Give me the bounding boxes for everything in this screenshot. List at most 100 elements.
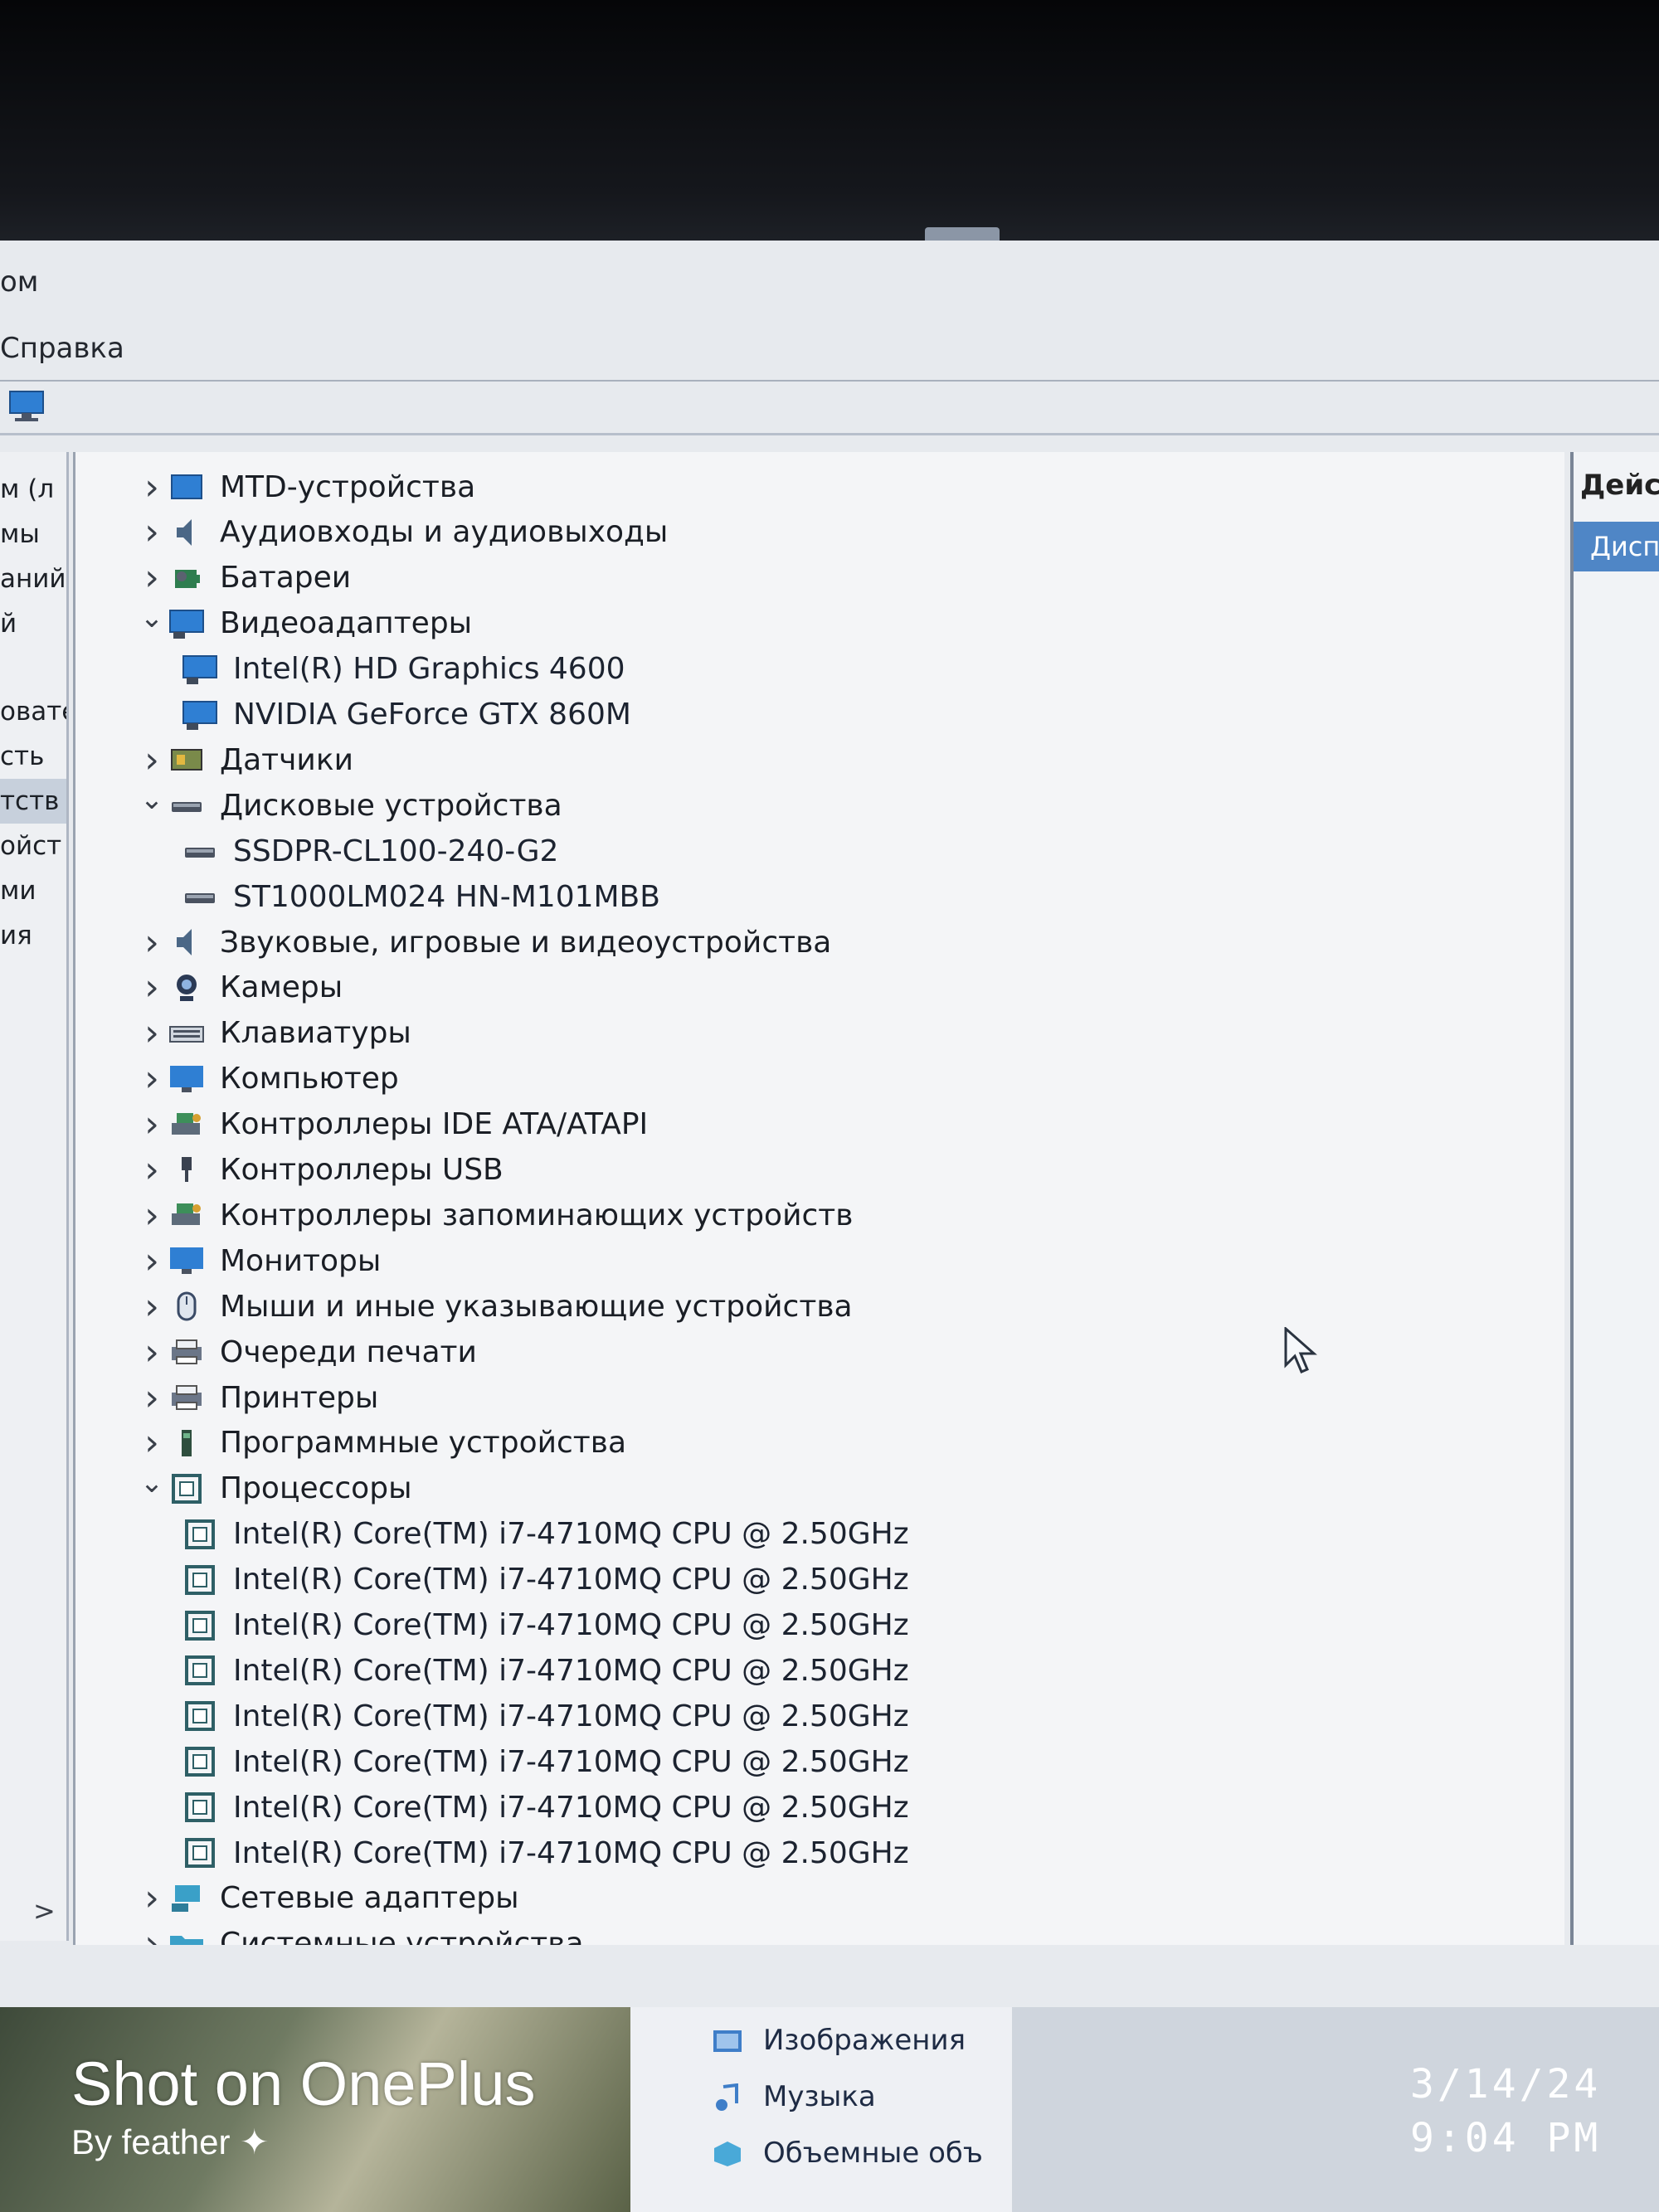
- folder-icon: [168, 1928, 205, 1945]
- tree-category-row[interactable]: › Программные устройства: [135, 1422, 626, 1465]
- tree-row-label: Intel(R) Core(TM) i7-4710MQ CPU @ 2.50GH…: [233, 1790, 909, 1825]
- scroll-right-arrow[interactable]: >: [33, 1895, 56, 1927]
- chevron-right-icon[interactable]: ›: [135, 1194, 168, 1237]
- tree-device-row[interactable]: NVIDIA GeForce GTX 860M: [182, 693, 631, 737]
- tree-category-row[interactable]: › Звуковые, игровые и видеоустройства: [135, 921, 831, 964]
- tree-row-label: SSDPR-CL100-240-G2: [233, 834, 559, 868]
- tree-category-row[interactable]: › Контроллеры IDE ATA/ATAPI: [135, 1103, 648, 1146]
- chevron-right-icon[interactable]: ›: [135, 739, 168, 781]
- chevron-down-icon[interactable]: ⌄: [135, 1466, 168, 1500]
- processor-icon: [182, 1518, 218, 1551]
- chevron-right-icon[interactable]: ›: [135, 1377, 168, 1419]
- tree-row-label: Системные устройства: [220, 1927, 584, 1945]
- tree-row-label: Компьютер: [220, 1062, 399, 1096]
- console-tree-item[interactable]: мы: [0, 512, 66, 557]
- console-tree-item[interactable]: ия: [0, 913, 66, 958]
- explorer-item-music[interactable]: Музыка: [763, 2080, 876, 2113]
- photo-watermark-byline: By feather ✦: [71, 2122, 269, 2162]
- chevron-down-icon[interactable]: ⌄: [135, 601, 168, 634]
- chevron-right-icon[interactable]: ›: [135, 1923, 168, 1945]
- tree-category-row[interactable]: ⌄ Дисковые устройства: [135, 783, 562, 827]
- tree-category-row[interactable]: › MTD-устройства: [135, 465, 475, 508]
- tree-row-label: Программные устройства: [220, 1426, 627, 1461]
- chevron-right-icon[interactable]: ›: [135, 557, 168, 599]
- processor-icon: [168, 1472, 205, 1505]
- tree-device-row[interactable]: Intel(R) Core(TM) i7-4710MQ CPU @ 2.50GH…: [182, 1604, 909, 1647]
- tree-category-row[interactable]: › Системные устройства: [135, 1923, 584, 1945]
- chevron-right-icon[interactable]: ›: [135, 1331, 168, 1373]
- tree-row-label: Мыши и иные указывающие устройства: [220, 1289, 853, 1324]
- tree-category-row[interactable]: › Контроллеры USB: [135, 1149, 504, 1192]
- tree-category-row[interactable]: › Сетевые адаптеры: [135, 1877, 519, 1920]
- console-tree-item[interactable]: аний: [0, 557, 66, 601]
- chevron-right-icon[interactable]: ›: [135, 511, 168, 553]
- tree-device-row[interactable]: Intel(R) Core(TM) i7-4710MQ CPU @ 2.50GH…: [182, 1740, 909, 1783]
- explorer-item-3d-objects[interactable]: Объемные объ: [763, 2137, 983, 2170]
- console-tree-item[interactable]: ойст: [0, 824, 66, 868]
- console-tree-item[interactable]: ми: [0, 868, 66, 913]
- console-tree-item[interactable]: сть: [0, 734, 66, 779]
- pictures-icon: [712, 2027, 743, 2055]
- desktop-area: [1012, 2007, 1659, 2212]
- chevron-right-icon[interactable]: ›: [135, 1422, 168, 1464]
- tree-device-row[interactable]: Intel(R) Core(TM) i7-4710MQ CPU @ 2.50GH…: [182, 1831, 909, 1874]
- tree-row-label: Видеоадаптеры: [220, 606, 473, 641]
- tree-category-row[interactable]: › Мониторы: [135, 1239, 381, 1282]
- menu-divider: [0, 380, 1659, 382]
- menu-help[interactable]: Справка: [0, 332, 124, 365]
- device-tree: › MTD-устройства › Аудиовходы и аудиовыходы…: [73, 452, 1564, 1945]
- explorer-item-pictures[interactable]: Изображения: [763, 2024, 966, 2057]
- toolbar-divider: [0, 433, 1659, 435]
- chevron-right-icon[interactable]: ›: [135, 921, 168, 964]
- console-tree-pane: > м (лмыанийй оватестьтствойстмиия: [0, 452, 69, 1941]
- tree-row-label: Принтеры: [220, 1380, 379, 1415]
- actions-item-display[interactable]: Дисп: [1574, 522, 1659, 571]
- keyboard-icon: [168, 1017, 205, 1050]
- tree-category-row[interactable]: › Принтеры: [135, 1376, 378, 1419]
- console-tree-item[interactable]: тств: [0, 779, 66, 824]
- tree-category-row[interactable]: › Контроллеры запоминающих устройств: [135, 1194, 853, 1237]
- tree-device-row[interactable]: ST1000LM024 HN-M101MBB: [182, 875, 660, 918]
- chevron-right-icon[interactable]: ›: [135, 966, 168, 1009]
- chevron-right-icon[interactable]: ›: [135, 1286, 168, 1328]
- chevron-right-icon[interactable]: ›: [135, 1877, 168, 1919]
- display-adapter-icon: [168, 607, 205, 640]
- storage-controller-icon: [168, 1198, 205, 1232]
- tree-category-row[interactable]: › Мыши и иные указывающие устройства: [135, 1285, 853, 1328]
- console-tree-item[interactable]: овате: [0, 689, 66, 734]
- computer-icon[interactable]: [7, 388, 46, 425]
- tree-category-row[interactable]: › Клавиатуры: [135, 1012, 411, 1055]
- speaker-icon: [168, 926, 205, 959]
- tree-device-row[interactable]: Intel(R) Core(TM) i7-4710MQ CPU @ 2.50GH…: [182, 1786, 909, 1829]
- chevron-right-icon[interactable]: ›: [135, 466, 168, 508]
- tree-category-row[interactable]: › Аудиовходы и аудиовыходы: [135, 511, 668, 554]
- tree-device-row[interactable]: Intel(R) Core(TM) i7-4710MQ CPU @ 2.50GH…: [182, 1513, 909, 1556]
- tree-row-label: Intel(R) Core(TM) i7-4710MQ CPU @ 2.50GH…: [233, 1563, 909, 1597]
- tree-category-row[interactable]: › Очереди печати: [135, 1330, 477, 1373]
- usb-icon: [168, 1154, 205, 1187]
- photo-time: 9:04 PM: [1410, 2115, 1602, 2161]
- chevron-right-icon[interactable]: ›: [135, 1103, 168, 1145]
- tree-row-label: Сетевые адаптеры: [220, 1881, 519, 1916]
- tree-category-row[interactable]: ⌄ Видеоадаптеры: [135, 601, 473, 645]
- tree-category-row[interactable]: › Батареи: [135, 557, 351, 600]
- tree-category-row[interactable]: › Датчики: [135, 738, 353, 781]
- tree-device-row[interactable]: Intel(R) HD Graphics 4600: [182, 648, 625, 691]
- tree-device-row[interactable]: Intel(R) Core(TM) i7-4710MQ CPU @ 2.50GH…: [182, 1694, 909, 1738]
- tree-category-row[interactable]: › Компьютер: [135, 1057, 399, 1101]
- tree-device-row[interactable]: SSDPR-CL100-240-G2: [182, 829, 558, 873]
- tree-device-row[interactable]: Intel(R) Core(TM) i7-4710MQ CPU @ 2.50GH…: [182, 1649, 909, 1692]
- computer-icon: [168, 1062, 205, 1096]
- console-tree-item[interactable]: й: [0, 601, 66, 646]
- chevron-right-icon[interactable]: ›: [135, 1149, 168, 1191]
- tree-device-row[interactable]: Intel(R) Core(TM) i7-4710MQ CPU @ 2.50GH…: [182, 1558, 909, 1602]
- chevron-right-icon[interactable]: ›: [135, 1240, 168, 1282]
- disk-drive-icon: [182, 880, 218, 913]
- chevron-right-icon[interactable]: ›: [135, 1012, 168, 1054]
- chevron-down-icon[interactable]: ⌄: [135, 783, 168, 816]
- tree-category-row[interactable]: ⌄ Процессоры: [135, 1466, 412, 1510]
- tree-category-row[interactable]: › Камеры: [135, 966, 343, 1009]
- chevron-right-icon[interactable]: ›: [135, 1057, 168, 1100]
- processor-icon: [182, 1791, 218, 1824]
- console-tree-item[interactable]: м (л: [0, 467, 66, 512]
